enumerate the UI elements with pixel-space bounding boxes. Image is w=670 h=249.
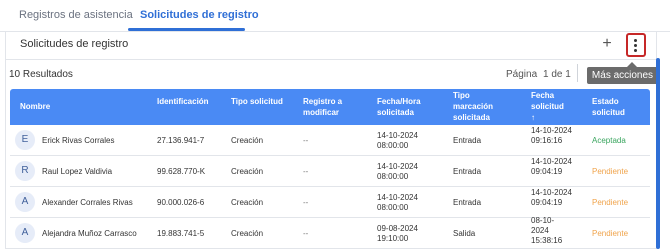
status-badge: Pendiente — [592, 229, 629, 238]
column-header-fecha-hora-solicitada[interactable]: Fecha/Hora solicitada — [377, 96, 421, 118]
kebab-icon-dot — [634, 49, 637, 52]
panel-header: Solicitudes de registro + — [6, 31, 658, 60]
request-date: 14-10-2024 09:04:19 — [531, 188, 572, 207]
employee-id: 90.000.026-6 — [157, 198, 205, 207]
column-header-nombre[interactable]: Nombre — [20, 101, 50, 112]
employee-name: Erick Rivas Corrales — [42, 136, 115, 145]
column-header-registro-modificar[interactable]: Registro a modificar — [303, 96, 342, 118]
results-count: 10 Resultados — [9, 69, 73, 80]
table-row[interactable]: R Raul Lopez Valdivia 99.628.770-K Creación… — [10, 156, 650, 187]
kebab-icon-dot — [634, 44, 637, 47]
employee-name: Alexander Corrales Rivas — [42, 198, 133, 207]
kebab-icon — [634, 39, 637, 42]
request-type: Creación — [231, 136, 264, 145]
request-type: Creación — [231, 167, 264, 176]
column-header-tipo-solicitud[interactable]: Tipo solicitud — [231, 96, 283, 107]
requested-datetime: 14-10-2024 08:00:00 — [377, 193, 418, 212]
requested-datetime: 09-08-2024 19:10:00 — [377, 224, 418, 243]
more-actions-tooltip: Más acciones — [587, 67, 658, 84]
table-header: Nombre Identificación Tipo solicitud Reg… — [10, 89, 650, 125]
mark-type: Entrada — [453, 167, 482, 176]
request-type: Creación — [231, 198, 264, 207]
mark-type: Entrada — [453, 198, 482, 207]
status-badge: Pendiente — [592, 167, 629, 176]
avatar: A — [15, 192, 35, 212]
requested-datetime: 14-10-2024 08:00:00 — [377, 162, 418, 181]
request-date: 14-10-2024 09:04:19 — [531, 157, 572, 176]
pagination-divider — [577, 64, 578, 82]
column-header-estado-solicitud[interactable]: Estado solicitud — [592, 96, 625, 118]
requested-datetime: 14-10-2024 08:00:00 — [377, 131, 418, 150]
add-request-button[interactable]: + — [599, 35, 615, 53]
record-to-modify: -- — [303, 229, 309, 238]
column-header-tipo-marcacion[interactable]: Tipo marcación solicitada — [453, 90, 493, 123]
avatar: A — [15, 223, 35, 243]
table-row[interactable]: A Alejandra Muñoz Carrasco 19.883.741-5 Cre… — [10, 216, 650, 249]
tab-registros-asistencia[interactable]: Registros de asistencia — [19, 9, 133, 21]
pagination-label: Página — [506, 69, 538, 80]
column-header-fecha-solicitud[interactable]: Fecha solicitud ↑ — [531, 90, 564, 123]
tab-solicitudes-registro[interactable]: Solicitudes de registro — [140, 9, 259, 21]
employee-id: 99.628.770-K — [157, 167, 206, 176]
employee-name: Raul Lopez Valdivia — [42, 167, 113, 176]
record-to-modify: -- — [303, 198, 309, 207]
record-to-modify: -- — [303, 136, 309, 145]
avatar: R — [15, 161, 35, 181]
mark-type: Entrada — [453, 136, 482, 145]
avatar: E — [15, 130, 35, 150]
request-type: Creación — [231, 229, 264, 238]
request-date: 14-10-2024 09:16:16 — [531, 126, 572, 145]
request-date: 08-10- 2024 15:38:16 — [531, 216, 563, 245]
panel-title: Solicitudes de registro — [20, 38, 129, 50]
more-actions-button[interactable] — [626, 33, 646, 57]
employee-name: Alejandra Muñoz Carrasco — [42, 229, 137, 238]
tab-bar: Registros de asistencia Solicitudes de r… — [0, 0, 670, 32]
employee-id: 19.883.741-5 — [157, 229, 205, 238]
pagination-page-of[interactable]: 1 de 1 — [543, 69, 571, 80]
column-header-identificacion[interactable]: Identificación — [157, 96, 209, 107]
mark-type: Salida — [453, 229, 476, 238]
status-badge: Pendiente — [592, 198, 629, 207]
table-row[interactable]: A Alexander Corrales Rivas 90.000.026-6 Cre… — [10, 187, 650, 218]
table-row[interactable]: E Erick Rivas Corrales 27.136.941-7 Creació… — [10, 125, 650, 156]
vertical-scrollbar[interactable] — [656, 58, 660, 249]
record-to-modify: -- — [303, 167, 309, 176]
employee-id: 27.136.941-7 — [157, 136, 205, 145]
status-badge: Aceptada — [592, 136, 626, 145]
